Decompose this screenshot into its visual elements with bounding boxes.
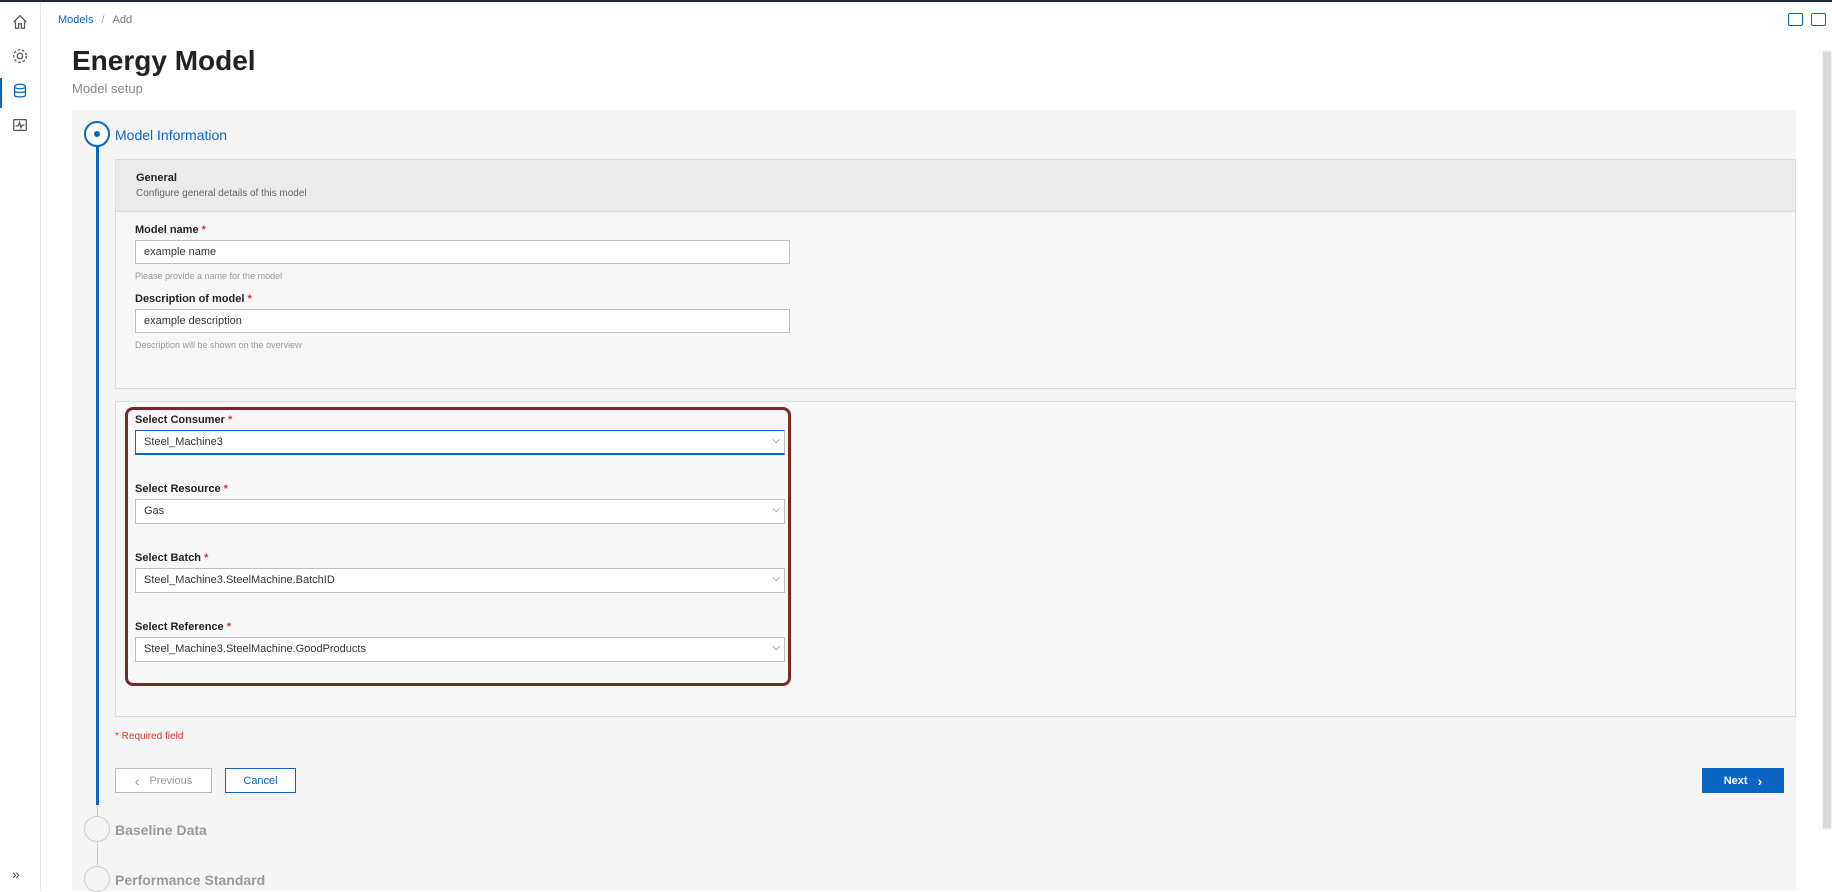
cancel-button[interactable]: Cancel: [225, 768, 296, 793]
required-asterisk: *: [247, 293, 252, 305]
consumer-label: Select Consumer *: [135, 414, 233, 426]
model-name-input[interactable]: example name: [135, 240, 790, 264]
chevron-down-icon: ⌵: [772, 504, 780, 515]
required-field-note: * Required field: [115, 731, 184, 742]
consumer-value: Steel_Machine3: [144, 436, 223, 448]
resource-value: Gas: [144, 505, 165, 517]
description-input[interactable]: example description: [135, 309, 790, 333]
chevron-down-icon: ⌵: [772, 573, 780, 584]
general-description: Configure general details of this model: [136, 188, 307, 199]
cancel-label: Cancel: [243, 774, 278, 787]
scrollbar-thumb[interactable]: [1823, 52, 1831, 828]
chevron-down-icon: ⌵: [772, 642, 780, 653]
step-2-label[interactable]: Baseline Data: [115, 822, 207, 838]
step-2-indicator: [84, 816, 110, 842]
model-name-hint: Please provide a name for the model: [135, 271, 283, 281]
required-asterisk: *: [201, 224, 206, 236]
step-1-label[interactable]: Model Information: [115, 127, 227, 143]
monitor-icon[interactable]: [8, 113, 32, 137]
database-icon[interactable]: [8, 79, 32, 103]
step-progress-line: [96, 145, 99, 805]
general-card-header: General Configure general details of thi…: [116, 160, 1795, 212]
required-asterisk: *: [226, 621, 232, 633]
chevron-left-icon: ‹: [134, 772, 140, 789]
general-title: General: [136, 172, 177, 184]
batch-select[interactable]: Steel_Machine3.SteelMachine.BatchID ⌵: [135, 568, 785, 593]
model-name-label: Model name *: [135, 224, 206, 236]
left-panel-toggle-icon[interactable]: [1788, 13, 1803, 26]
reference-select[interactable]: Steel_Machine3.SteelMachine.GoodProducts…: [135, 637, 785, 662]
next-label: Next: [1723, 774, 1748, 787]
batch-label: Select Batch *: [135, 552, 209, 564]
step-1-indicator: [84, 121, 110, 147]
chevron-right-icon: ›: [1757, 772, 1763, 789]
consumer-select[interactable]: Steel_Machine3 ⌵: [135, 430, 785, 455]
top-border: [0, 0, 1832, 2]
general-card: General Configure general details of thi…: [115, 159, 1796, 389]
step-3-label[interactable]: Performance Standard: [115, 872, 265, 888]
layout-toggles: [1788, 13, 1826, 26]
required-asterisk: *: [204, 552, 209, 564]
expand-sidebar-icon[interactable]: »: [12, 866, 20, 882]
breadcrumb-models[interactable]: Models: [58, 14, 93, 26]
settings-icon[interactable]: [8, 44, 32, 68]
reference-label: Select Reference *: [135, 621, 232, 633]
breadcrumb: Models / Add: [58, 14, 132, 26]
reference-value: Steel_Machine3.SteelMachine.GoodProducts: [144, 643, 366, 655]
breadcrumb-current: Add: [112, 14, 133, 26]
required-asterisk: *: [227, 414, 233, 426]
resource-select[interactable]: Gas ⌵: [135, 499, 785, 524]
sidebar: »: [0, 2, 41, 891]
batch-value: Steel_Machine3.SteelMachine.BatchID: [144, 574, 335, 586]
page-title: Energy Model: [72, 45, 256, 76]
next-button[interactable]: Next ›: [1702, 768, 1784, 793]
description-label: Description of model *: [135, 293, 252, 305]
previous-button[interactable]: ‹ Previous: [115, 768, 212, 793]
home-icon[interactable]: [8, 10, 32, 34]
right-panel-toggle-icon[interactable]: [1811, 13, 1826, 26]
description-hint: Description will be shown on the overvie…: [135, 340, 302, 350]
sidebar-active-indicator: [0, 78, 2, 108]
previous-label: Previous: [149, 774, 193, 787]
resource-label: Select Resource *: [135, 483, 228, 495]
breadcrumb-separator: /: [101, 14, 105, 26]
page-subtitle: Model setup: [72, 81, 143, 96]
step-3-indicator: [84, 866, 110, 892]
required-asterisk: *: [223, 483, 228, 495]
chevron-down-icon: ⌵: [772, 435, 780, 446]
